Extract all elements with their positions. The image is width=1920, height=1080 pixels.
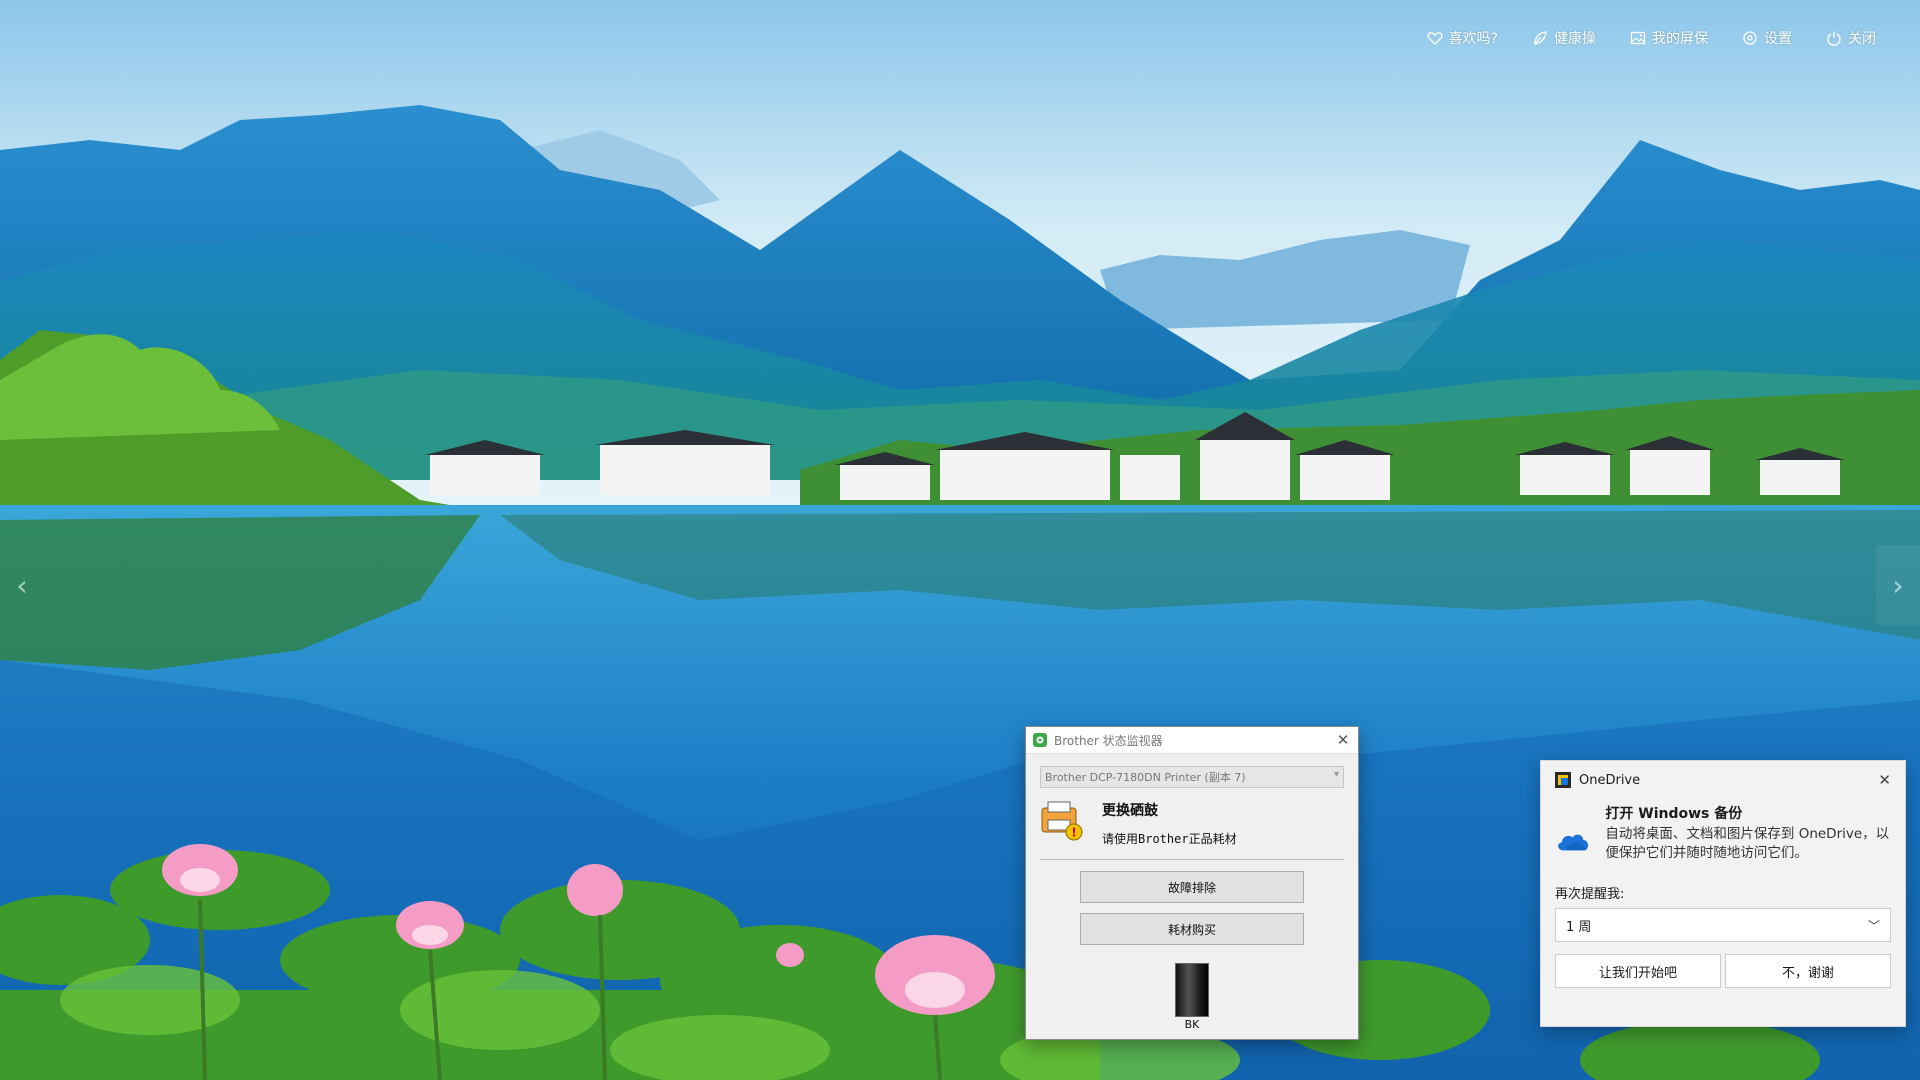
troubleshoot-button[interactable]: 故障排除 (1080, 871, 1304, 903)
exercise-button[interactable]: 健康操 (1532, 28, 1596, 48)
chevron-down-icon: ﹀ (1867, 918, 1880, 933)
brother-status-monitor-window: Brother 状态监视器 ✕ Brother DCP-7180DN Print… (1025, 726, 1359, 1040)
remind-interval-select[interactable]: 1 周 ﹀ (1555, 908, 1891, 942)
close-icon[interactable]: ✕ (1878, 771, 1891, 789)
app-name: OneDrive (1579, 772, 1641, 788)
leaf-icon (1534, 31, 1547, 45)
my-screensaver-button[interactable]: 我的屏保 (1630, 28, 1708, 48)
chevron-down-icon: ▾ (1333, 769, 1339, 780)
printer-select-value: Brother DCP-7180DN Printer (副本 7) (1045, 771, 1246, 784)
toner-label: BK (1184, 1018, 1200, 1031)
close-screensaver-button[interactable]: 关闭 (1826, 28, 1876, 48)
exercise-label: 健康操 (1554, 31, 1596, 47)
close-button[interactable]: ✕ (1328, 727, 1358, 753)
my-screensaver-label: 我的屏保 (1652, 31, 1708, 47)
divider (1040, 859, 1344, 860)
buy-supplies-button[interactable]: 耗材购买 (1080, 913, 1304, 945)
get-started-button[interactable]: 让我们开始吧 (1555, 954, 1721, 988)
no-thanks-button[interactable]: 不，谢谢 (1725, 954, 1891, 988)
settings-label: 设置 (1764, 31, 1792, 47)
heart-icon (1427, 32, 1443, 45)
chevron-left-icon: ‹ (16, 568, 28, 602)
power-icon (1827, 31, 1841, 46)
like-label: 喜欢吗? (1448, 31, 1498, 47)
settings-button[interactable]: 设置 (1742, 28, 1792, 48)
title-bar: Brother 状态监视器 ✕ (1026, 727, 1358, 754)
printer-select[interactable]: Brother DCP-7180DN Printer (副本 7) ▾ (1040, 766, 1344, 788)
notification-header: OneDrive ✕ (1541, 763, 1905, 797)
chevron-right-icon: › (1892, 568, 1904, 602)
like-button[interactable]: 喜欢吗? (1427, 28, 1498, 48)
remind-label: 再次提醒我: (1555, 887, 1625, 902)
brother-app-icon (1033, 733, 1047, 747)
close-label: 关闭 (1848, 31, 1876, 47)
svg-text:!: ! (1071, 826, 1076, 840)
image-icon (1630, 31, 1646, 45)
screensaver-toolbar: 喜欢吗? 健康操 我的屏保 设置 关闭 (1427, 28, 1876, 48)
notification-title: 打开 Windows 备份 (1605, 806, 1743, 822)
toner-level-indicator (1175, 963, 1209, 1017)
gear-icon (1743, 31, 1757, 45)
status-title: 更换硒鼓 (1102, 803, 1158, 819)
onedrive-cloud-icon (1558, 834, 1589, 851)
close-icon: ✕ (1336, 731, 1350, 749)
status-area: ! 更换硒鼓 请使用Brother正品耗材 (1040, 798, 1344, 847)
previous-image-button[interactable]: ‹ (0, 545, 44, 625)
onedrive-app-icon (1555, 772, 1571, 788)
window-title: Brother 状态监视器 (1054, 733, 1163, 748)
status-message: 请使用Brother正品耗材 (1102, 832, 1237, 846)
remind-interval-value: 1 周 (1566, 919, 1592, 935)
next-image-button[interactable]: › (1876, 545, 1920, 625)
notification-description: 自动将桌面、文档和图片保存到 OneDrive，以便保护它们并随时随地访问它们。 (1605, 826, 1890, 861)
printer-warning-icon: ! (1041, 801, 1083, 841)
onedrive-notification: OneDrive ✕ 打开 Windows 备份 自动将桌面、文档和图片保存到 … (1540, 760, 1906, 1027)
